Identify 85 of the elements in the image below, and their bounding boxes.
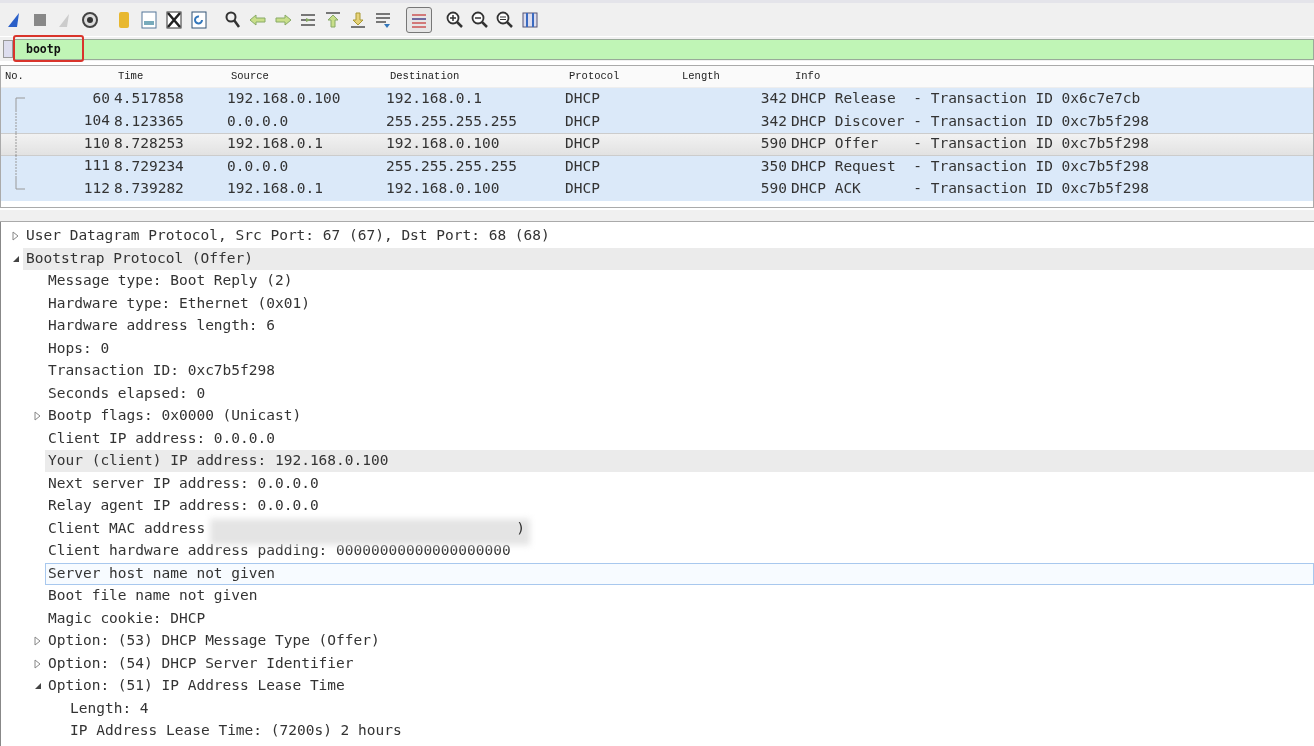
table-cell-text: 342 — [759, 89, 788, 109]
column-header[interactable]: Info — [791, 68, 1313, 85]
table-cell-text: 8.123365 — [114, 111, 185, 131]
table-cell-text: DHCP Offer - Transaction ID 0xc7b5f298 — [791, 134, 1150, 154]
tree-item[interactable]: User Datagram Protocol, Src Port: 67 (67), Dst Port: 68 (68) — [23, 225, 1314, 248]
table-cell-text: DHCP — [565, 89, 601, 109]
table-cell-text: 255.255.255.255 — [386, 111, 518, 131]
tree-item[interactable]: Boot file name not given — [45, 585, 1314, 608]
tree-item[interactable]: Seconds elapsed: 0 — [45, 382, 1314, 405]
table-cell-text: DHCP Release - Transaction ID 0x6c7e7cb — [791, 89, 1142, 109]
search-icon — [223, 9, 243, 30]
tree-item[interactable]: IP Address Lease Time: (7200s) 2 hours — [67, 720, 1314, 743]
table-cell-text: 192.168.0.100 — [386, 179, 501, 199]
column-header[interactable]: No. — [1, 68, 114, 85]
tree-item[interactable]: Transaction ID: 0xc7b5f298 — [45, 360, 1314, 383]
packet-row[interactable]: 112 8.739282 192.168.0.1 192.168.0.100 DHCP 590 DHCP ACK - Transaction ID 0xc7b5f298 — [1, 178, 1313, 201]
zoom-icon — [495, 9, 515, 30]
table-cell-text: 192.168.0.100 — [386, 134, 501, 154]
table-cell-text: DHCP — [565, 111, 601, 131]
column-header[interactable]: Protocol — [565, 68, 678, 85]
table-cell-text: 0.0.0.0 — [227, 156, 290, 176]
tree-item[interactable]: Bootstrap Protocol (Offer) — [23, 247, 1314, 270]
tree-item[interactable]: Client hardware address padding: 00000000000000000000 — [45, 540, 1314, 563]
tree-item[interactable]: Bootp flags: 0x0000 (Unicast) — [45, 405, 1314, 428]
document-icon — [139, 9, 159, 30]
table-cell-text: 192.168.0.1 — [386, 89, 484, 109]
table-cell-text: 192.168.0.1 — [227, 134, 325, 154]
tree-item[interactable]: Option: (54) DHCP Server Identifier — [45, 652, 1314, 675]
zoom-in-icon — [445, 9, 465, 30]
table-cell-text: 350 — [759, 156, 788, 176]
packet-number: 111 — [83, 156, 110, 176]
table-cell-text: 8.729234 — [114, 156, 185, 176]
table-cell-text: DHCP Discover - Transaction ID 0xc7b5f298 — [791, 111, 1150, 131]
tree-item[interactable]: Client MAC address — [45, 517, 209, 540]
table-cell-text: 0.0.0.0 — [227, 111, 290, 131]
tree-item[interactable]: Hardware address length: 6 — [45, 315, 1314, 338]
close-icon — [164, 9, 184, 30]
packet-number: 60 — [92, 89, 110, 109]
resize-columns-icon — [520, 9, 540, 30]
filter-field[interactable]: bootp — [13, 38, 1314, 60]
table-cell-text: DHCP — [565, 179, 601, 199]
packet-number: 110 — [83, 133, 110, 153]
tree-item[interactable]: Option: (51) IP Address Lease Time — [45, 675, 1314, 698]
colored-lines-button[interactable] — [406, 6, 432, 33]
up-arrow-icon — [323, 9, 343, 30]
down-arrow-icon — [348, 9, 368, 30]
packet-number: 104 — [83, 111, 110, 131]
column-header[interactable]: Length — [678, 68, 791, 85]
packet-row[interactable]: 104 8.123365 0.0.0.0 255.255.255.255 DHCP 342 DHCP Discover - Transaction ID 0xc7b5f298 — [1, 110, 1313, 133]
packet-row[interactable]: 111 8.729234 0.0.0.0 255.255.255.255 DHCP 350 DHCP Request - Transaction ID 0xc7b5f298 — [1, 155, 1313, 178]
packet-number: 112 — [83, 179, 110, 199]
packet-row[interactable]: 110 8.728253 192.168.0.1 192.168.0.100 DHCP 590 DHCP Offer - Transaction ID 0xc7b5f298 — [1, 133, 1313, 156]
column-header[interactable]: Time — [114, 68, 227, 85]
tree-item[interactable]: Client IP address: 0.0.0.0 — [45, 427, 1314, 450]
pane-splitter[interactable] — [0, 210, 1314, 222]
tree-item[interactable]: Server host name not given — [45, 562, 1314, 585]
reload-icon — [189, 9, 209, 30]
table-cell-text: 8.739282 — [114, 179, 185, 199]
tree-item[interactable]: Next server IP address: 0.0.0.0 — [45, 472, 1314, 495]
tree-text: ) — [516, 518, 525, 538]
table-cell-text: 8.728253 — [114, 134, 185, 154]
table-cell-text: DHCP Request - Transaction ID 0xc7b5f298 — [791, 156, 1150, 176]
tree-item[interactable]: Option: (53) DHCP Message Type (Offer) — [45, 630, 1314, 653]
table-cell-text: DHCP — [565, 156, 601, 176]
table-cell-text: 192.168.0.100 — [227, 89, 342, 109]
filter-button[interactable] — [3, 40, 13, 58]
table-cell-text: 255.255.255.255 — [386, 156, 518, 176]
table-cell-text: 590 — [759, 134, 788, 154]
table-cell-text: 342 — [759, 111, 788, 131]
tree-item[interactable]: Your (client) IP address: 192.168.0.100 — [45, 450, 1314, 473]
tree-item[interactable]: Length: 4 — [67, 697, 1314, 720]
column-header[interactable]: Source — [227, 68, 386, 85]
tree-item[interactable]: Hops: 0 — [45, 337, 1314, 360]
tree-item[interactable]: Message type: Boot Reply (2) — [45, 270, 1314, 293]
tree-item[interactable]: Magic cookie: DHCP — [45, 607, 1314, 630]
table-cell-text: DHCP — [565, 134, 601, 154]
packet-row[interactable]: 60 4.517858 192.168.0.100 192.168.0.1 DHCP 342 DHCP Release - Transaction ID 0x6c7e7cb — [1, 88, 1313, 111]
column-header[interactable]: Destination — [386, 68, 565, 85]
table-cell-text: 192.168.0.1 — [227, 179, 325, 199]
table-cell-text: 590 — [759, 179, 788, 199]
tree-item[interactable]: Relay agent IP address: 0.0.0.0 — [45, 495, 1314, 518]
table-cell-text: 4.517858 — [114, 89, 185, 109]
table-cell-text: DHCP ACK - Transaction ID 0xc7b5f298 — [791, 179, 1150, 199]
zoom-out-icon — [470, 9, 490, 30]
tree-item[interactable]: Hardware type: Ethernet (0x01) — [45, 292, 1314, 315]
